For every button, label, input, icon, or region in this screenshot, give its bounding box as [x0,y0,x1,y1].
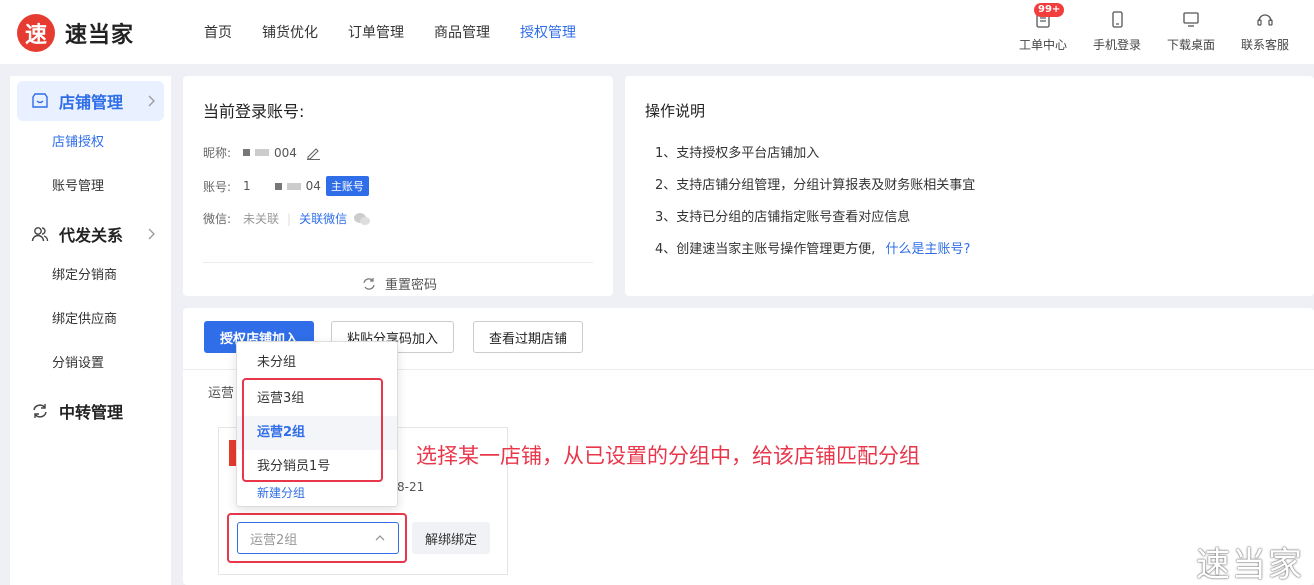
masked-text [255,149,269,156]
tool-ticket-center[interactable]: 99+ 工单中心 [1006,3,1080,53]
edit-icon[interactable] [305,146,321,160]
tool-mobile-login[interactable]: 手机登录 [1080,8,1154,53]
sidebar-group-label: 店铺管理 [59,93,124,112]
logo[interactable]: 速 速当家 [17,14,134,52]
chevron-right-icon [148,228,155,240]
main-account-badge: 主账号 [325,176,369,196]
account-row: 账号: 1 04 主账号 [203,176,369,196]
tool-label: 下载桌面 [1166,38,1215,52]
reset-password-button[interactable]: 重置密码 [361,274,437,293]
top-bar: 速 速当家 首页 铺货优化 订单管理 商品管理 授权管理 99+ 工单中心 手机… [0,0,1314,64]
tool-label: 工单中心 [1018,38,1067,52]
account-value-prefix: 1 [243,179,251,193]
link-wechat-button[interactable]: 关联微信 [299,210,347,227]
nickname-label: 昵称: [203,146,232,160]
reset-password-label: 重置密码 [385,278,438,293]
wechat-status: 未关联 [243,212,280,226]
store-icon [32,93,48,108]
nav-orders[interactable]: 订单管理 [348,22,404,42]
main-nav: 首页 铺货优化 订单管理 商品管理 授权管理 [204,22,606,42]
nav-products[interactable]: 商品管理 [434,22,490,42]
sidebar-item-account-management[interactable]: 账号管理 [10,165,171,209]
watermark: 速当家 [1196,545,1304,585]
sidebar-item-store-auth[interactable]: 店铺授权 [10,121,171,165]
instruction-text: 4、创建速当家主账号操作管理更方便, [655,242,876,257]
desktop-icon [1183,12,1199,27]
dropdown-option-ungrouped[interactable]: 未分组 [237,346,397,380]
masked-text [243,149,250,156]
ticket-badge: 99+ [1034,3,1065,17]
nav-home[interactable]: 首页 [204,22,232,42]
tool-contact-support[interactable]: 联系客服 [1228,8,1302,53]
tool-download-desktop[interactable]: 下载桌面 [1154,8,1228,53]
header-tools: 99+ 工单中心 手机登录 下载桌面 联系客服 [1006,3,1302,53]
divider [203,262,593,263]
highlight-box-options [242,378,383,482]
account-value-suffix: 04 [305,179,321,193]
masked-text [274,182,282,190]
sidebar: 店铺管理 店铺授权 账号管理 代发关系 绑定分销商 绑定供应商 分销设置 中转管… [10,76,171,585]
instructions-card: 操作说明 1、支持授权多平台店铺加入 2、支持店铺分组管理，分组计算报表及财务账… [625,76,1314,296]
refresh-icon [33,404,47,418]
logo-badge: 速 [17,14,55,52]
nav-authorization[interactable]: 授权管理 [520,22,576,42]
nickname-row: 昵称: 004 [203,144,321,161]
sidebar-item-distribution-settings[interactable]: 分销设置 [10,342,171,386]
sidebar-group-store-management[interactable]: 店铺管理 [17,81,164,121]
tool-label: 手机登录 [1092,38,1141,52]
support-icon [1257,14,1273,26]
chevron-right-icon [148,95,155,107]
highlight-box-select [227,513,407,563]
store-date: 8-21 [397,480,425,494]
sidebar-group-transit[interactable]: 中转管理 [17,391,164,431]
instructions-title: 操作说明 [645,102,706,120]
nav-listing-optimize[interactable]: 铺货优化 [262,22,318,42]
separator: | [287,211,292,226]
sidebar-group-dropship[interactable]: 代发关系 [17,214,164,254]
what-is-main-account-link[interactable]: 什么是主账号? [886,242,971,257]
wechat-row: 微信: 未关联 | 关联微信 [203,210,371,227]
view-expired-stores-button[interactable]: 查看过期店铺 [473,321,584,353]
refresh-icon [363,277,375,290]
instruction-item: 3、支持已分组的店铺指定账号查看对应信息 [655,210,911,225]
account-card: 当前登录账号: 昵称: 004 账号: 1 04 主账号 微信: 未关联 | 关… [183,76,613,296]
instruction-item: 2、支持店铺分组管理，分组计算报表及财务账相关事宜 [655,178,976,193]
nickname-value: 004 [274,145,297,160]
logo-text: 速当家 [65,23,135,48]
users-icon [31,227,49,242]
phone-icon [1112,11,1123,28]
group-label: 运营 [208,386,235,401]
wechat-label: 微信: [203,212,232,226]
instruction-item: 4、创建速当家主账号操作管理更方便, 什么是主账号? [655,238,970,257]
tool-label: 联系客服 [1240,38,1289,52]
sidebar-group-label: 代发关系 [59,226,124,245]
wechat-icon [354,212,371,225]
account-title: 当前登录账号: [203,102,305,121]
sidebar-group-label: 中转管理 [59,403,124,422]
account-label: 账号: [203,179,232,194]
sidebar-item-bind-supplier[interactable]: 绑定供应商 [10,298,171,342]
new-group-link[interactable]: 新建分组 [257,484,305,501]
annotation-text: 选择某一店铺，从已设置的分组中，给该店铺匹配分组 [416,444,920,468]
sidebar-item-bind-distributor[interactable]: 绑定分销商 [10,254,171,298]
masked-text [286,182,301,190]
instruction-item: 1、支持授权多平台店铺加入 [655,146,820,161]
unbind-button[interactable]: 解绑绑定 [412,522,490,554]
